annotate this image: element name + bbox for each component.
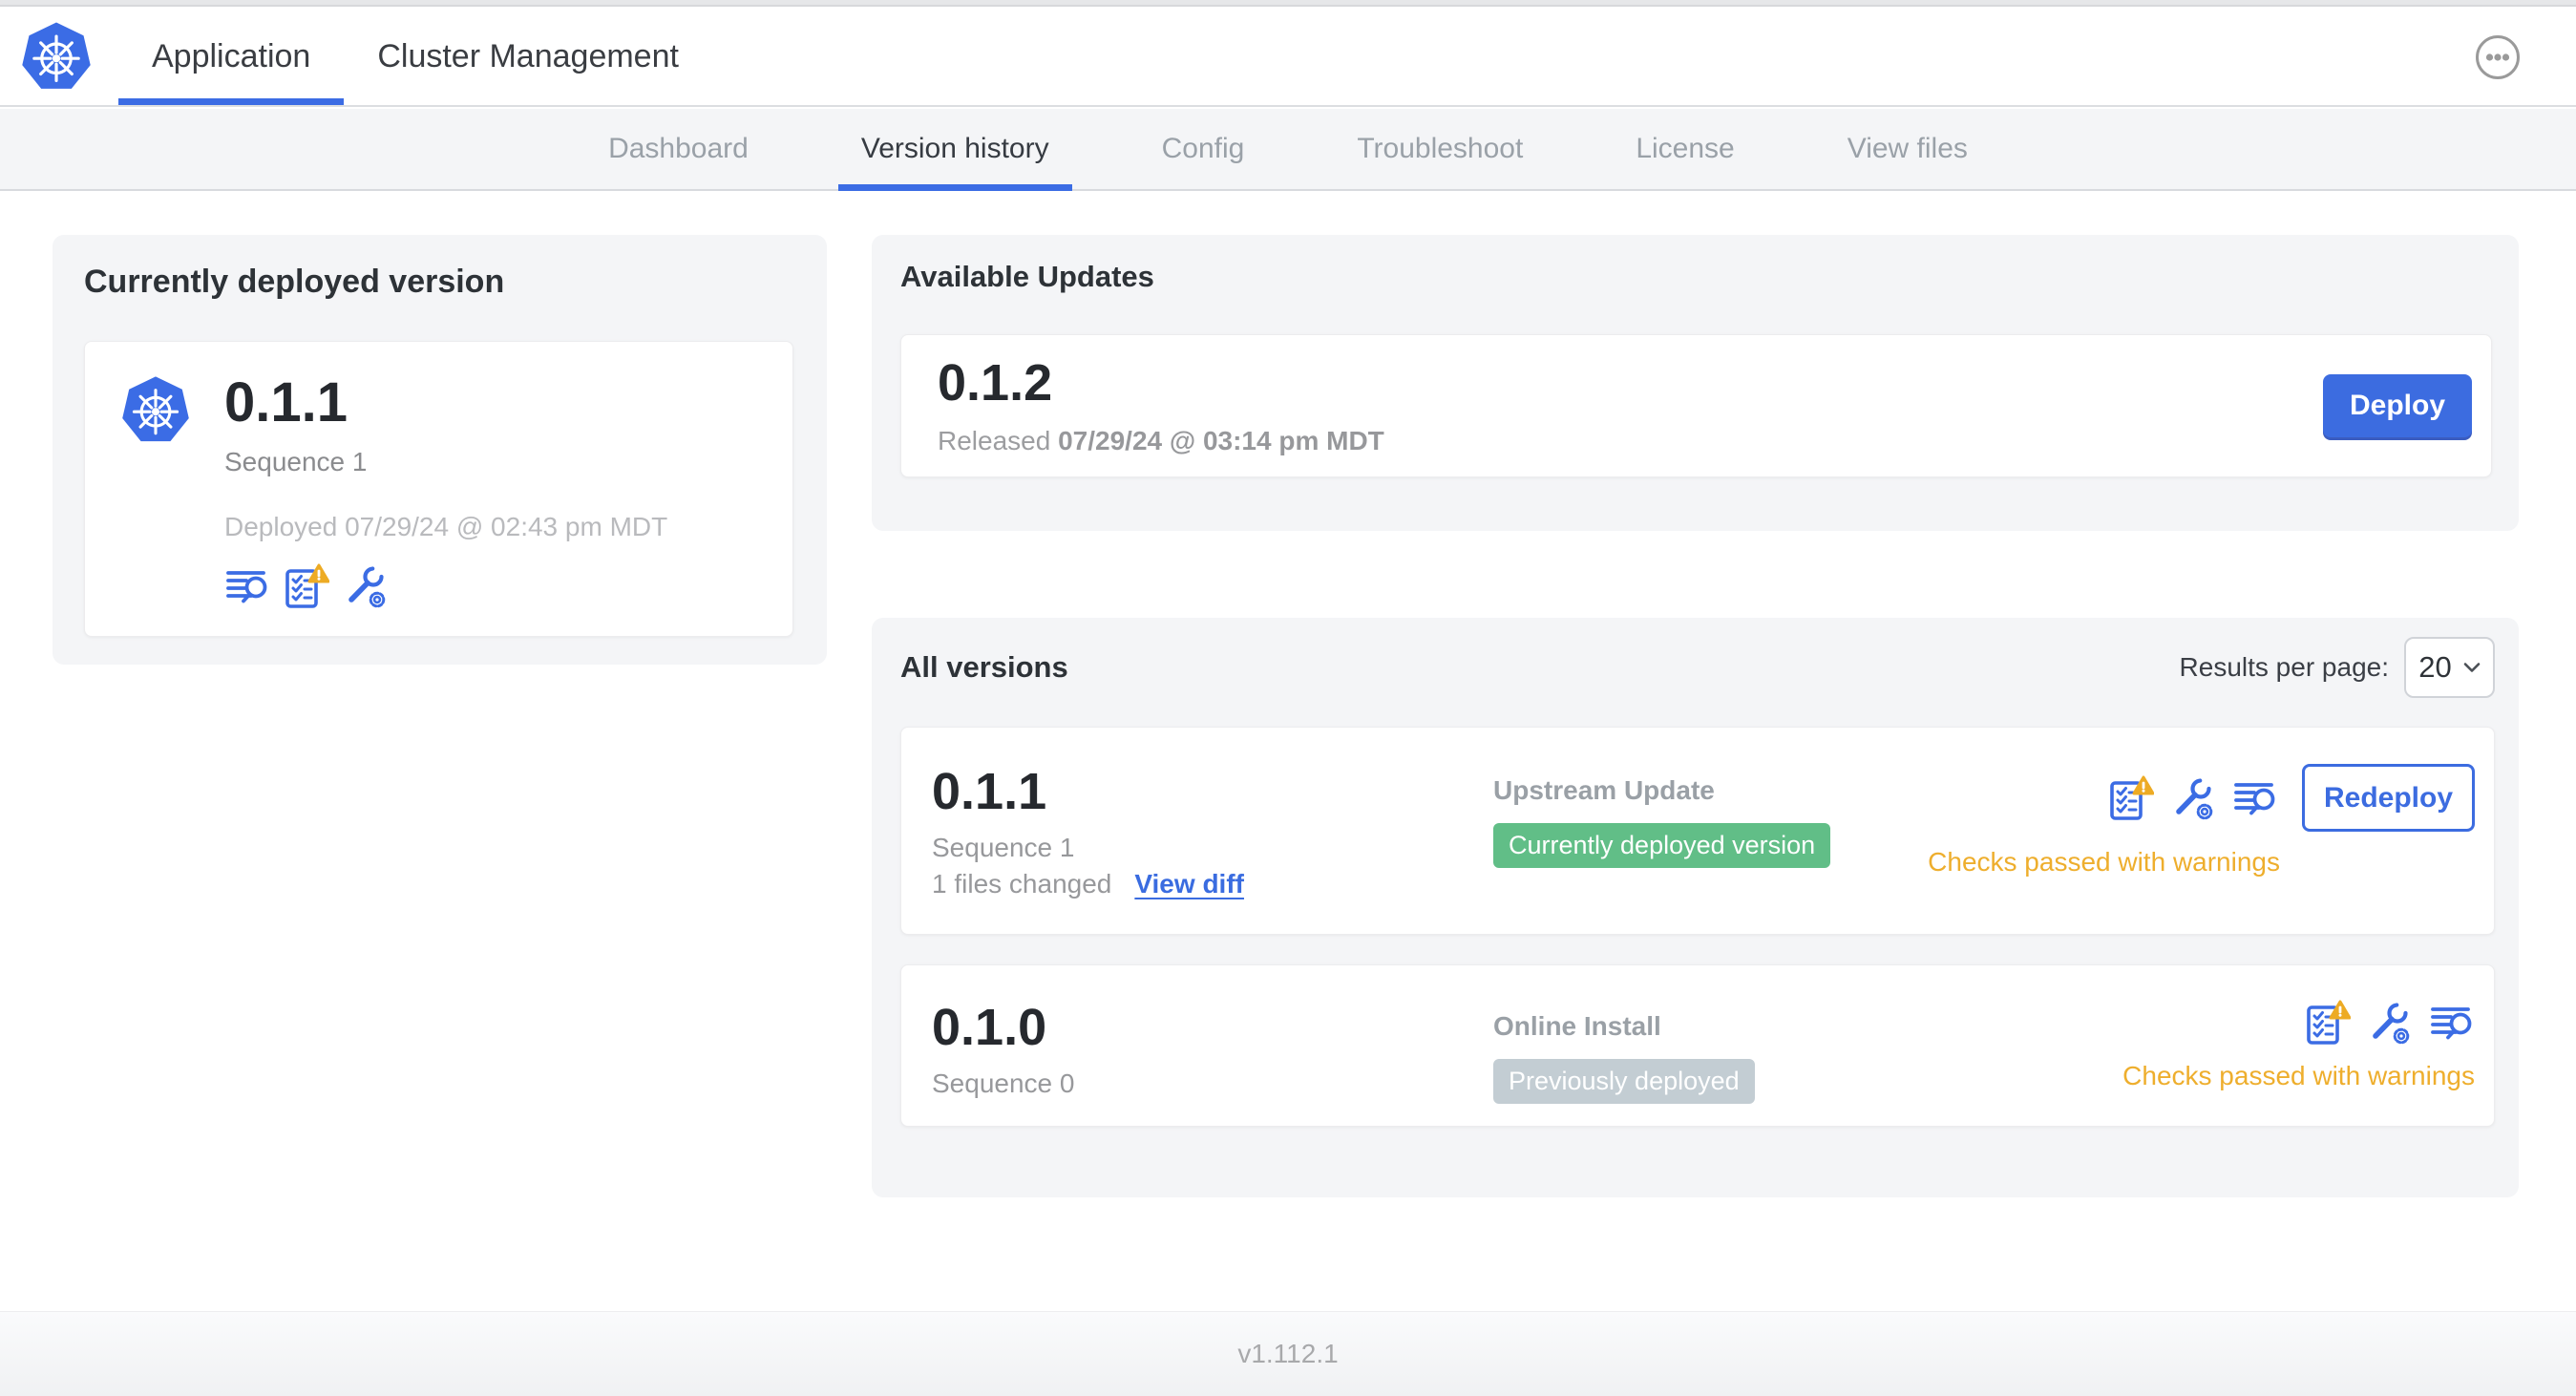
update-released-line: Released 07/29/24 @ 03:14 pm MDT [938,426,1384,456]
released-label: Released [938,426,1051,455]
config-icon[interactable] [343,563,389,609]
version-number: 0.1.1 [932,763,1047,820]
version-source: Upstream Update [1493,775,1715,805]
update-row: 0.1.2 Released 07/29/24 @ 03:14 pm MDT D… [900,334,2492,477]
tab-troubleshoot-label: Troubleshoot [1357,133,1524,164]
deployed-version-number: 0.1.1 [224,371,348,434]
tab-dashboard-label: Dashboard [608,133,749,164]
kubernetes-logo-icon [19,20,94,95]
files-changed-count: 1 files changed [932,869,1112,899]
results-per-page-select[interactable]: 20 [2404,637,2495,698]
checks-status[interactable]: Checks passed with warnings [1928,847,2280,878]
window-top-strip [0,0,2576,7]
tab-dashboard[interactable]: Dashboard [585,109,771,189]
tab-license-label: License [1636,133,1735,164]
version-info: 0.1.0 Sequence 0 [932,1000,1493,1099]
currently-deployed-details: 0.1.1 Sequence 1 Deployed 07/29/24 @ 02:… [224,372,667,609]
all-versions-card: All versions Results per page: 20 0.1.1 … [872,618,2519,1197]
results-per-page-label: Results per page: [2179,652,2389,682]
available-updates-card: Available Updates 0.1.2 Released 07/29/2… [872,235,2519,531]
tab-version-history[interactable]: Version history [837,109,1072,191]
version-actions-line [2305,1000,2475,1046]
version-sequence: Sequence 1 [932,833,1075,862]
version-source-info: Upstream Update Currently deployed versi… [1493,764,1928,868]
tab-cluster-management[interactable]: Cluster Management [344,9,712,105]
deployed-sequence: Sequence 1 [224,447,368,476]
version-actions-line: Redeploy [2108,764,2475,832]
kubernetes-app-icon [119,374,192,447]
config-icon[interactable] [2170,775,2216,821]
version-row: 0.1.1 Sequence 1 1 files changed View di… [900,727,2495,935]
version-source-info: Online Install Previously deployed [1493,1000,2122,1104]
release-notes-icon[interactable] [2429,1000,2475,1046]
available-updates-title: Available Updates [900,260,1154,293]
tab-application[interactable]: Application [118,9,345,105]
version-info: 0.1.1 Sequence 1 1 files changed View di… [932,764,1493,899]
config-icon[interactable] [2367,1000,2413,1046]
subnav-tabs: Dashboard Version history Config Trouble… [585,109,1991,191]
update-version-number: 0.1.2 [938,354,1053,412]
tab-view-files[interactable]: View files [1825,109,1991,189]
currently-deployed-title: Currently deployed version [84,264,505,300]
header-right [2475,9,2576,105]
view-diff-link[interactable]: View diff [1134,869,1244,899]
all-versions-title: All versions [900,650,1068,684]
deployed-timestamp: Deployed 07/29/24 @ 02:43 pm MDT [224,512,668,541]
tab-application-label: Application [152,38,311,74]
all-versions-header: All versions Results per page: 20 [900,637,2495,698]
header-tabs: Application Cluster Management [118,9,712,105]
tab-cluster-management-label: Cluster Management [377,38,679,74]
chevron-down-icon [2463,662,2481,673]
overflow-menu-icon[interactable] [2475,34,2521,80]
released-timestamp: 07/29/24 @ 03:14 pm MDT [1058,426,1384,455]
currently-deployed-card: Currently deployed version 0.1.1 Sequenc… [53,235,827,665]
results-per-page: Results per page: 20 [2180,637,2495,698]
app-subnav: Dashboard Version history Config Trouble… [0,109,2576,191]
main-content: Currently deployed version 0.1.1 Sequenc… [0,193,2576,1311]
active-subtab-underline [837,184,1072,191]
tab-config-label: Config [1161,133,1245,164]
tab-troubleshoot[interactable]: Troubleshoot [1334,109,1546,189]
redeploy-button[interactable]: Redeploy [2302,764,2475,832]
checks-status[interactable]: Checks passed with warnings [2122,1061,2475,1091]
tab-view-files-label: View files [1847,133,1968,164]
update-details: 0.1.2 Released 07/29/24 @ 03:14 pm MDT [938,355,1384,456]
files-changed-line: 1 files changed View diff [932,869,1493,899]
status-badge: Currently deployed version [1493,823,1831,868]
tab-version-history-label: Version history [860,133,1049,164]
preflight-checks-icon[interactable] [284,563,329,609]
deploy-button[interactable]: Deploy [2323,374,2472,437]
status-badge: Previously deployed [1493,1059,1755,1104]
tab-license[interactable]: License [1613,109,1757,189]
admin-console-page: Application Cluster Management Dashboard… [0,0,2576,1396]
version-actions: Redeploy Checks passed with warnings [1928,764,2475,878]
right-column: Available Updates 0.1.2 Released 07/29/2… [872,235,2519,1197]
currently-deployed-version-card: 0.1.1 Sequence 1 Deployed 07/29/24 @ 02:… [84,341,793,637]
tab-config[interactable]: Config [1139,109,1268,189]
version-row: 0.1.0 Sequence 0 Online Install Previous… [900,964,2495,1127]
active-tab-underline [118,98,345,105]
console-version: v1.112.1 [1237,1339,1339,1368]
version-sequence: Sequence 0 [932,1068,1075,1098]
results-per-page-value: 20 [2418,650,2452,684]
preflight-checks-icon[interactable] [2108,775,2154,821]
release-notes-icon[interactable] [2232,775,2278,821]
deployed-version-actions [224,563,667,609]
app-header: Application Cluster Management [0,9,2576,107]
release-notes-icon[interactable] [224,563,270,609]
version-source: Online Install [1493,1011,1661,1041]
version-actions: Checks passed with warnings [2122,1000,2475,1091]
version-number: 0.1.0 [932,999,1047,1056]
page-footer: v1.112.1 [0,1311,2576,1396]
preflight-checks-icon[interactable] [2305,1000,2351,1046]
